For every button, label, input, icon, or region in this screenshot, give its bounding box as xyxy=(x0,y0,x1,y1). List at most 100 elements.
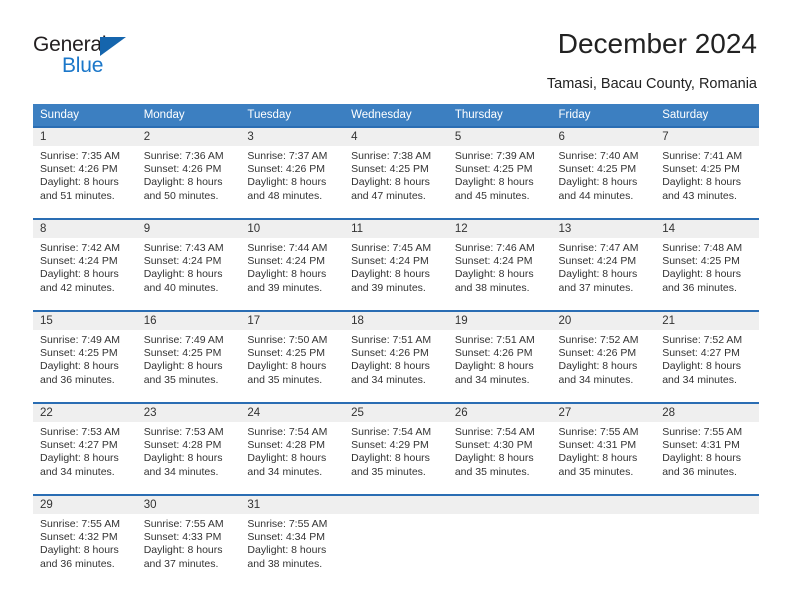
day-details: Sunrise: 7:52 AM Sunset: 4:26 PM Daylight:… xyxy=(552,330,656,402)
daylight-duration-line1: Daylight: 8 hours xyxy=(143,360,223,373)
calendar-day-cell[interactable]: 22 Sunrise: 7:53 AM Sunset: 4:27 PM Dayligh… xyxy=(33,402,137,495)
day-number: 2 xyxy=(136,128,241,146)
sunrise-time: Sunrise: 7:37 AM xyxy=(247,150,328,162)
sunrise-time: Sunrise: 7:55 AM xyxy=(247,518,328,530)
calendar-day-cell[interactable]: 11 Sunrise: 7:45 AM Sunset: 4:24 PM Dayligh… xyxy=(344,218,448,311)
daylight-duration-line1: Daylight: 8 hours xyxy=(247,360,327,373)
day-details: Sunrise: 7:55 AM Sunset: 4:33 PM Daylight:… xyxy=(137,514,241,586)
calendar-day-cell xyxy=(447,494,552,586)
calendar-day-cell[interactable]: 23 Sunrise: 7:53 AM Sunset: 4:28 PM Dayligh… xyxy=(136,402,241,495)
daylight-duration-line2: and 37 minutes. xyxy=(143,557,219,570)
calendar-day-cell[interactable]: 20 Sunrise: 7:52 AM Sunset: 4:26 PM Dayligh… xyxy=(551,310,656,403)
day-details xyxy=(344,514,448,586)
calendar-day-cell[interactable]: 1 Sunrise: 7:35 AM Sunset: 4:26 PM Daylight… xyxy=(33,126,137,219)
daylight-duration-line2: and 34 minutes. xyxy=(351,373,426,386)
daylight-duration-line2: and 42 minutes. xyxy=(40,281,115,294)
calendar-day-cell[interactable]: 14 Sunrise: 7:48 AM Sunset: 4:25 PM Dayligh… xyxy=(655,218,759,311)
daylight-duration-line2: and 35 minutes. xyxy=(247,373,323,386)
daylight-duration-line1: Daylight: 8 hours xyxy=(247,268,327,281)
day-number: 23 xyxy=(136,404,241,422)
day-details xyxy=(448,514,552,586)
day-number: 26 xyxy=(447,404,552,422)
calendar-week-row: 22 Sunrise: 7:53 AM Sunset: 4:27 PM Dayligh… xyxy=(33,402,759,495)
calendar-day-cell[interactable]: 9 Sunrise: 7:43 AM Sunset: 4:24 PM Daylight… xyxy=(136,218,241,311)
calendar-page: General Blue December 2024 Tamasi, Bacau… xyxy=(0,0,792,612)
day-details: Sunrise: 7:38 AM Sunset: 4:25 PM Daylight:… xyxy=(344,146,448,218)
day-number: 4 xyxy=(344,128,448,146)
calendar-day-cell[interactable]: 12 Sunrise: 7:46 AM Sunset: 4:24 PM Dayligh… xyxy=(447,218,552,311)
sunrise-time: Sunrise: 7:54 AM xyxy=(247,426,328,438)
sunrise-time: Sunrise: 7:54 AM xyxy=(351,426,432,438)
daylight-duration-line2: and 39 minutes. xyxy=(247,281,323,294)
calendar-day-cell[interactable]: 28 Sunrise: 7:55 AM Sunset: 4:31 PM Dayligh… xyxy=(655,402,759,495)
day-details: Sunrise: 7:54 AM Sunset: 4:28 PM Daylight:… xyxy=(240,422,344,494)
calendar-day-cell[interactable]: 17 Sunrise: 7:50 AM Sunset: 4:25 PM Dayligh… xyxy=(240,310,345,403)
daylight-duration-line1: Daylight: 8 hours xyxy=(247,544,327,557)
calendar-day-cell[interactable]: 16 Sunrise: 7:49 AM Sunset: 4:25 PM Dayligh… xyxy=(136,310,241,403)
daylight-duration-line1: Daylight: 8 hours xyxy=(662,176,742,189)
day-number: 31 xyxy=(240,496,345,514)
calendar-day-cell[interactable]: 30 Sunrise: 7:55 AM Sunset: 4:33 PM Dayligh… xyxy=(136,494,241,586)
sunrise-time: Sunrise: 7:47 AM xyxy=(558,242,639,254)
day-number: 30 xyxy=(136,496,241,514)
day-details: Sunrise: 7:39 AM Sunset: 4:25 PM Daylight:… xyxy=(448,146,552,218)
sunrise-time: Sunrise: 7:35 AM xyxy=(40,150,120,162)
calendar-day-cell[interactable]: 27 Sunrise: 7:55 AM Sunset: 4:31 PM Dayligh… xyxy=(551,402,656,495)
daylight-duration-line1: Daylight: 8 hours xyxy=(40,176,119,189)
sunset-time: Sunset: 4:28 PM xyxy=(247,439,326,452)
sunset-time: Sunset: 4:30 PM xyxy=(454,439,533,452)
calendar-day-cell[interactable]: 21 Sunrise: 7:52 AM Sunset: 4:27 PM Dayligh… xyxy=(655,310,759,403)
calendar-day-cell[interactable]: 7 Sunrise: 7:41 AM Sunset: 4:25 PM Daylight… xyxy=(655,126,759,219)
weekday-header-thursday: Thursday xyxy=(447,104,552,127)
day-details xyxy=(655,514,759,586)
daylight-duration-line2: and 35 minutes. xyxy=(143,373,219,386)
day-details: Sunrise: 7:54 AM Sunset: 4:30 PM Daylight:… xyxy=(448,422,552,494)
calendar-day-cell[interactable]: 3 Sunrise: 7:37 AM Sunset: 4:26 PM Daylight… xyxy=(240,126,345,219)
calendar-day-cell[interactable]: 10 Sunrise: 7:44 AM Sunset: 4:24 PM Dayligh… xyxy=(240,218,345,311)
sunset-time: Sunset: 4:31 PM xyxy=(558,439,637,452)
sunset-time: Sunset: 4:27 PM xyxy=(40,439,118,452)
sunrise-time: Sunrise: 7:42 AM xyxy=(40,242,120,254)
sunrise-time: Sunrise: 7:39 AM xyxy=(454,150,535,162)
calendar-day-cell[interactable]: 18 Sunrise: 7:51 AM Sunset: 4:26 PM Dayligh… xyxy=(344,310,448,403)
day-number xyxy=(655,496,759,514)
day-number: 15 xyxy=(33,312,137,330)
calendar-day-cell[interactable]: 25 Sunrise: 7:54 AM Sunset: 4:29 PM Dayligh… xyxy=(344,402,448,495)
weekday-header-monday: Monday xyxy=(136,104,241,127)
sunrise-time: Sunrise: 7:50 AM xyxy=(247,334,328,346)
sunrise-time: Sunrise: 7:55 AM xyxy=(143,518,224,530)
daylight-duration-line1: Daylight: 8 hours xyxy=(247,176,327,189)
sunrise-time: Sunrise: 7:52 AM xyxy=(558,334,639,346)
calendar-day-cell[interactable]: 4 Sunrise: 7:38 AM Sunset: 4:25 PM Daylight… xyxy=(344,126,448,219)
day-number: 14 xyxy=(655,220,759,238)
day-details: Sunrise: 7:49 AM Sunset: 4:25 PM Daylight:… xyxy=(137,330,241,402)
day-details: Sunrise: 7:52 AM Sunset: 4:27 PM Daylight:… xyxy=(655,330,759,402)
sunset-time: Sunset: 4:26 PM xyxy=(40,163,118,176)
calendar-day-cell[interactable]: 15 Sunrise: 7:49 AM Sunset: 4:25 PM Dayligh… xyxy=(33,310,137,403)
logo-triangle-icon xyxy=(100,37,126,56)
sunset-time: Sunset: 4:24 PM xyxy=(558,255,637,268)
sunrise-time: Sunrise: 7:49 AM xyxy=(143,334,224,346)
sunset-time: Sunset: 4:24 PM xyxy=(351,255,429,268)
daylight-duration-line2: and 36 minutes. xyxy=(662,465,737,478)
calendar-day-cell[interactable]: 19 Sunrise: 7:51 AM Sunset: 4:26 PM Dayligh… xyxy=(447,310,552,403)
daylight-duration-line1: Daylight: 8 hours xyxy=(662,268,742,281)
sunset-time: Sunset: 4:26 PM xyxy=(247,163,326,176)
calendar-day-cell[interactable]: 5 Sunrise: 7:39 AM Sunset: 4:25 PM Daylight… xyxy=(447,126,552,219)
sunset-time: Sunset: 4:26 PM xyxy=(143,163,222,176)
daylight-duration-line1: Daylight: 8 hours xyxy=(143,452,223,465)
calendar-day-cell[interactable]: 6 Sunrise: 7:40 AM Sunset: 4:25 PM Daylight… xyxy=(551,126,656,219)
calendar-day-cell[interactable]: 8 Sunrise: 7:42 AM Sunset: 4:24 PM Daylight… xyxy=(33,218,137,311)
day-number: 8 xyxy=(33,220,137,238)
calendar-day-cell[interactable]: 13 Sunrise: 7:47 AM Sunset: 4:24 PM Dayligh… xyxy=(551,218,656,311)
daylight-duration-line2: and 38 minutes. xyxy=(247,557,323,570)
sunrise-time: Sunrise: 7:41 AM xyxy=(662,150,743,162)
calendar-day-cell[interactable]: 31 Sunrise: 7:55 AM Sunset: 4:34 PM Dayligh… xyxy=(240,494,345,586)
sunset-time: Sunset: 4:25 PM xyxy=(247,347,326,360)
weekday-header-row: Sunday Monday Tuesday Wednesday Thursday… xyxy=(33,104,759,127)
calendar-day-cell[interactable]: 24 Sunrise: 7:54 AM Sunset: 4:28 PM Dayligh… xyxy=(240,402,345,495)
daylight-duration-line1: Daylight: 8 hours xyxy=(662,452,742,465)
calendar-day-cell[interactable]: 29 Sunrise: 7:55 AM Sunset: 4:32 PM Dayligh… xyxy=(33,494,137,586)
calendar-day-cell[interactable]: 2 Sunrise: 7:36 AM Sunset: 4:26 PM Daylight… xyxy=(136,126,241,219)
calendar-day-cell[interactable]: 26 Sunrise: 7:54 AM Sunset: 4:30 PM Dayligh… xyxy=(447,402,552,495)
